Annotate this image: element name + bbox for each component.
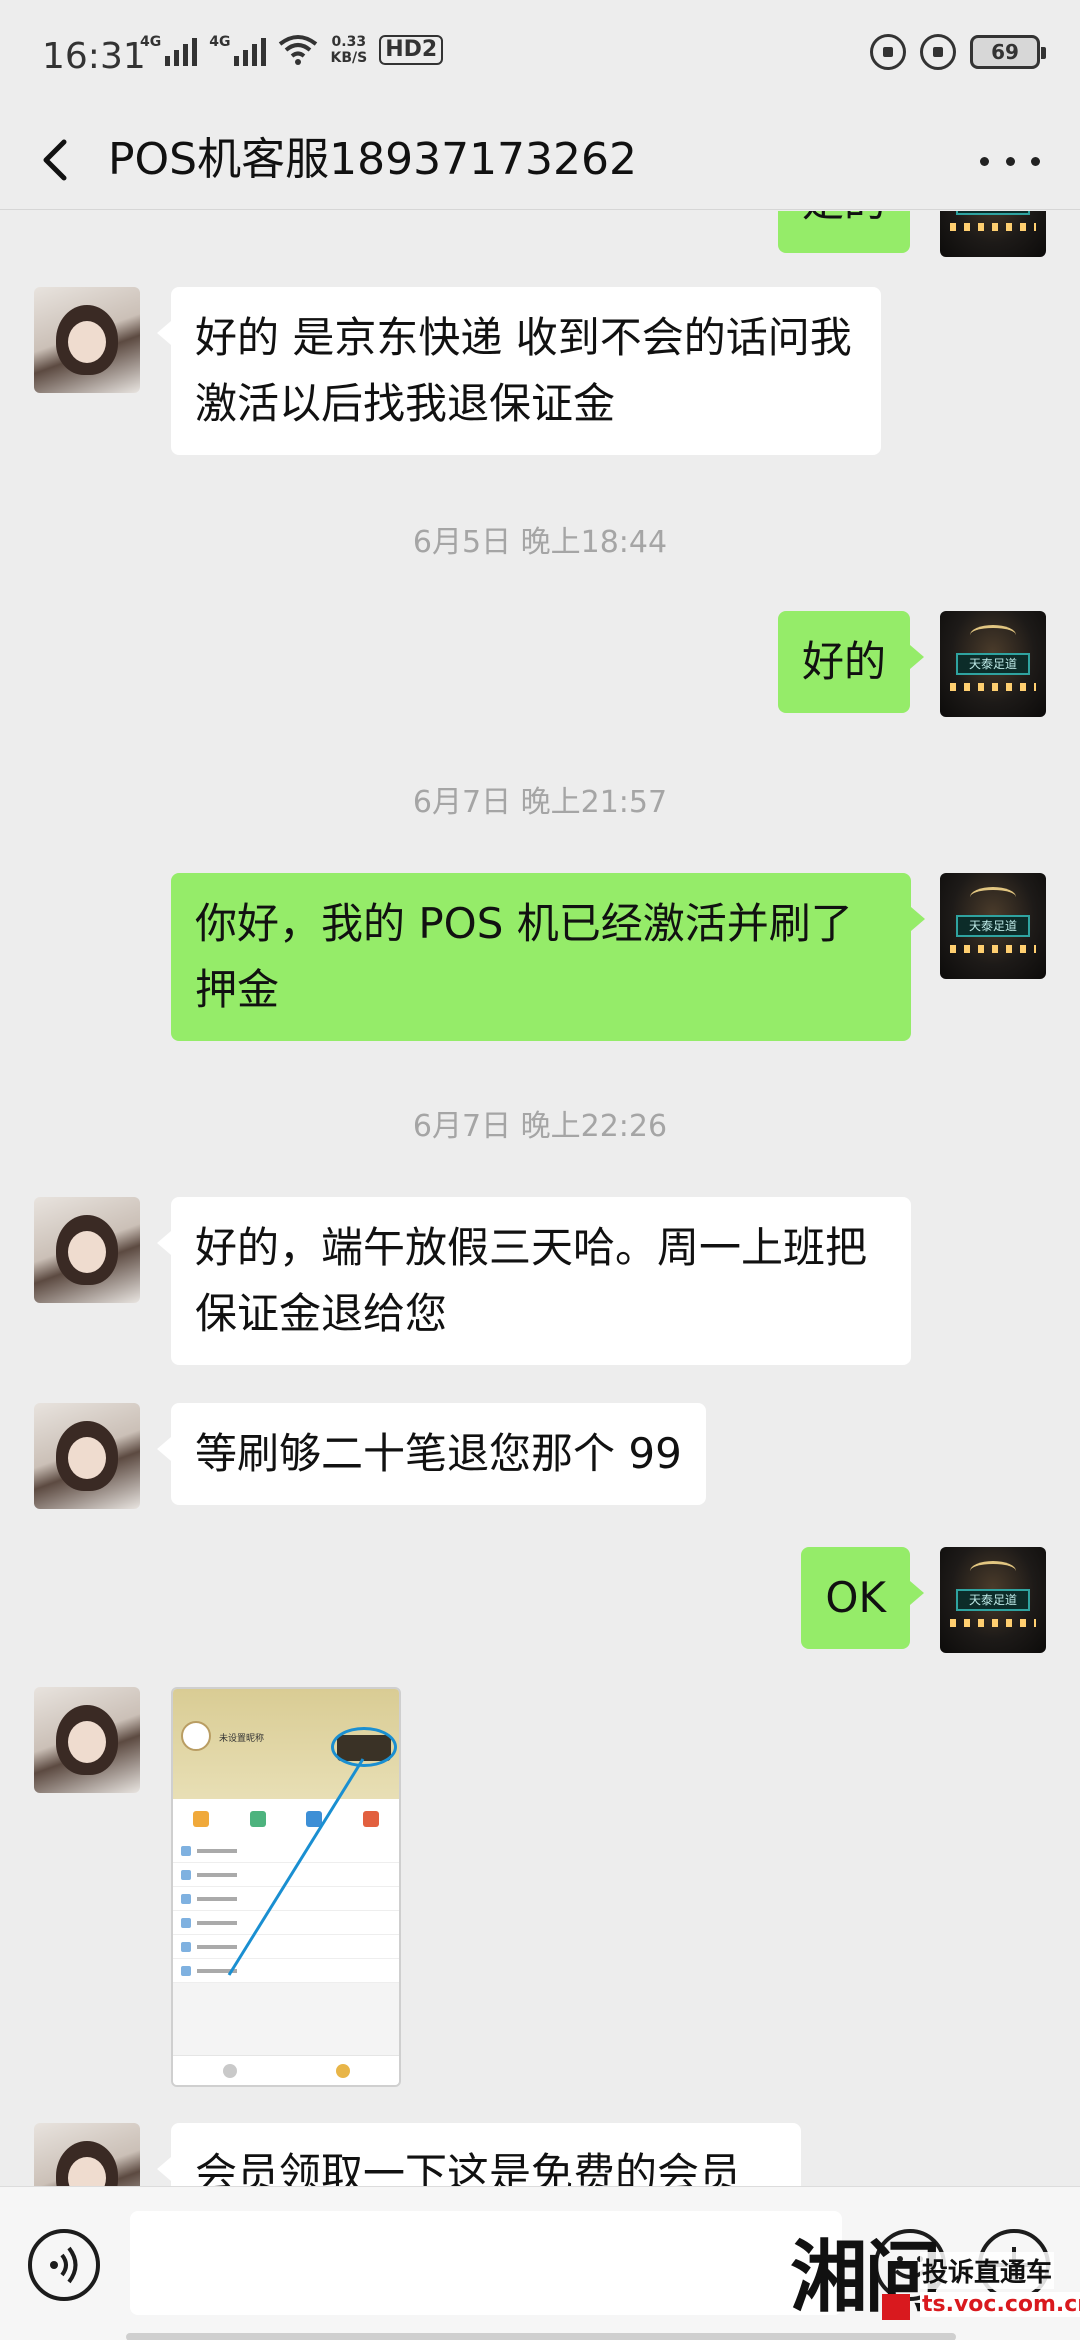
rotation-lock-icon <box>870 34 906 70</box>
avatar-contact[interactable] <box>34 287 140 393</box>
alarm-icon <box>920 34 956 70</box>
avatar-me[interactable]: 天泰足道 <box>940 211 1046 257</box>
cell-signal-icon: 4G <box>140 34 198 66</box>
message-text: 会员领取一下这是免费的会员 <box>195 2149 742 2186</box>
avatar-me[interactable]: 天泰足道 <box>940 1547 1046 1653</box>
message-bubble-incoming[interactable]: 好的 是京东快递 收到不会的话问我 激活以后找我退保证金 <box>157 287 881 455</box>
avatar-contact[interactable] <box>34 1197 140 1303</box>
arrow-annotation <box>227 1758 365 1976</box>
message-text: 好的 是京东快递 收到不会的话问我 激活以后找我退保证金 <box>195 313 852 428</box>
avatar-contact[interactable] <box>34 1687 140 1793</box>
chat-messages[interactable]: 是的 天泰足道 好的 是京东快递 收到不会的话问我 激活以后找我退保证金 6月5… <box>0 211 1080 2186</box>
wifi-icon <box>279 35 318 65</box>
message-input[interactable] <box>130 2211 842 2315</box>
watermark-title: 投诉直通车 <box>920 2252 1055 2289</box>
message-bubble-incoming[interactable]: 好的，端午放假三天哈。周一上班把保证金退给您 <box>157 1197 911 1365</box>
image-message[interactable]: 未设置昵称 <box>171 1687 401 2087</box>
avatar-sign-text: 天泰足道 <box>956 915 1030 937</box>
avatar-sign-text: 天泰足道 <box>956 1589 1030 1611</box>
message-timestamp: 6月7日 晚上22:26 <box>412 1109 668 1144</box>
back-button[interactable] <box>30 132 86 188</box>
message-bubble-outgoing[interactable]: 是的 <box>777 211 910 253</box>
voice-icon <box>50 2246 78 2284</box>
message-text: 等刷够二十笔退您那个 99 <box>195 1429 682 1478</box>
battery-icon: 69 <box>970 35 1046 69</box>
avatar-sign-text: 天泰足道 <box>956 211 1030 215</box>
hd-icon: HD2 <box>379 35 444 65</box>
status-icons-right: 69 <box>870 34 1046 70</box>
status-bar: 16:31 4G 4G 0.33 KB/S HD2 69 <box>0 0 1080 110</box>
speed-value: 0.33 <box>331 34 367 50</box>
message-timestamp: 6月5日 晚上18:44 <box>412 525 668 560</box>
network-type: 4G <box>140 34 162 50</box>
watermark-mark <box>882 2294 910 2320</box>
message-bubble-outgoing[interactable]: 你好，我的 POS 机已经激活并刷了押金 <box>171 873 925 1041</box>
watermark-logo: 湘问 <box>790 2232 942 2323</box>
more-button[interactable] <box>980 136 1040 186</box>
chat-header: POS机客服18937173262 <box>0 110 1080 210</box>
watermark: 湘问 投诉直通车 ts.voc.com.cn <box>790 2232 1080 2336</box>
more-dots-icon <box>980 156 989 166</box>
avatar-contact[interactable] <box>34 2123 140 2186</box>
avatar-contact[interactable] <box>34 1403 140 1509</box>
voice-button[interactable] <box>28 2229 100 2301</box>
message-text: 好的 <box>801 637 886 686</box>
speed-unit: KB/S <box>330 50 368 66</box>
status-icons: 4G 4G 0.33 KB/S HD2 <box>140 34 444 66</box>
message-bubble-outgoing[interactable]: OK <box>801 1547 924 1649</box>
message-text: 好的，端午放假三天哈。周一上班把保证金退给您 <box>195 1223 868 1338</box>
avatar-sign-text: 天泰足道 <box>956 653 1030 675</box>
message-timestamp: 6月7日 晚上21:57 <box>412 785 668 820</box>
network-speed: 0.33 KB/S <box>330 34 367 66</box>
cell-signal-icon: 4G <box>209 34 267 66</box>
avatar-me[interactable]: 天泰足道 <box>940 611 1046 717</box>
status-time: 16:31 <box>42 36 146 77</box>
message-bubble-outgoing[interactable]: 好的 <box>777 611 925 713</box>
avatar-me[interactable]: 天泰足道 <box>940 873 1046 979</box>
message-text: 是的 <box>802 211 886 226</box>
chat-title: POS机客服18937173262 <box>108 134 638 185</box>
message-bubble-incoming[interactable]: 会员领取一下这是免费的会员 <box>157 2123 801 2186</box>
chevron-left-icon <box>43 139 67 181</box>
message-text: OK <box>825 1573 886 1622</box>
watermark-url: ts.voc.com.cn <box>920 2292 1080 2317</box>
message-text: 你好，我的 POS 机已经激活并刷了押金 <box>195 899 853 1014</box>
message-bubble-incoming[interactable]: 等刷够二十笔退您那个 99 <box>157 1403 706 1505</box>
network-type: 4G <box>209 34 231 50</box>
